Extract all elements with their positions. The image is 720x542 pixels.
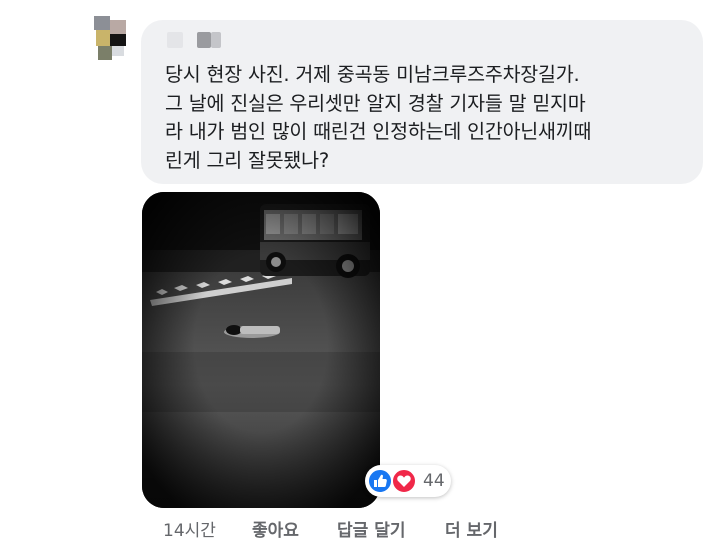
avatar[interactable] xyxy=(92,16,136,60)
comment-bubble: 당시 현장 사진. 거제 중곡동 미남크루즈주차장길가. 그 날에 진실은 우리… xyxy=(141,20,703,184)
avatar-blur-cell xyxy=(94,16,110,30)
author-blur xyxy=(197,32,211,48)
photo-image xyxy=(142,192,380,508)
comment-text: 당시 현장 사진. 거제 중곡동 미남크루즈주차장길가. 그 날에 진실은 우리… xyxy=(165,63,592,172)
more-button[interactable]: 더 보기 xyxy=(445,516,498,541)
love-icon xyxy=(391,468,417,494)
reaction-count: 44 xyxy=(423,471,445,491)
author-blur xyxy=(211,32,221,48)
avatar-blur-cell xyxy=(98,46,112,60)
reaction-summary[interactable]: 44 xyxy=(365,465,451,497)
author-blur xyxy=(167,32,183,48)
reply-button[interactable]: 답글 달기 xyxy=(337,516,405,541)
like-button[interactable]: 좋아요 xyxy=(252,516,299,541)
comment-timestamp[interactable]: 14시간 xyxy=(163,516,216,541)
avatar-blur-cell xyxy=(110,20,126,34)
avatar-blur-cell xyxy=(96,30,110,46)
comment-photo[interactable] xyxy=(142,192,380,508)
avatar-blur-cell xyxy=(110,34,126,46)
like-icon xyxy=(367,468,393,494)
avatar-blur-cell xyxy=(112,46,124,56)
